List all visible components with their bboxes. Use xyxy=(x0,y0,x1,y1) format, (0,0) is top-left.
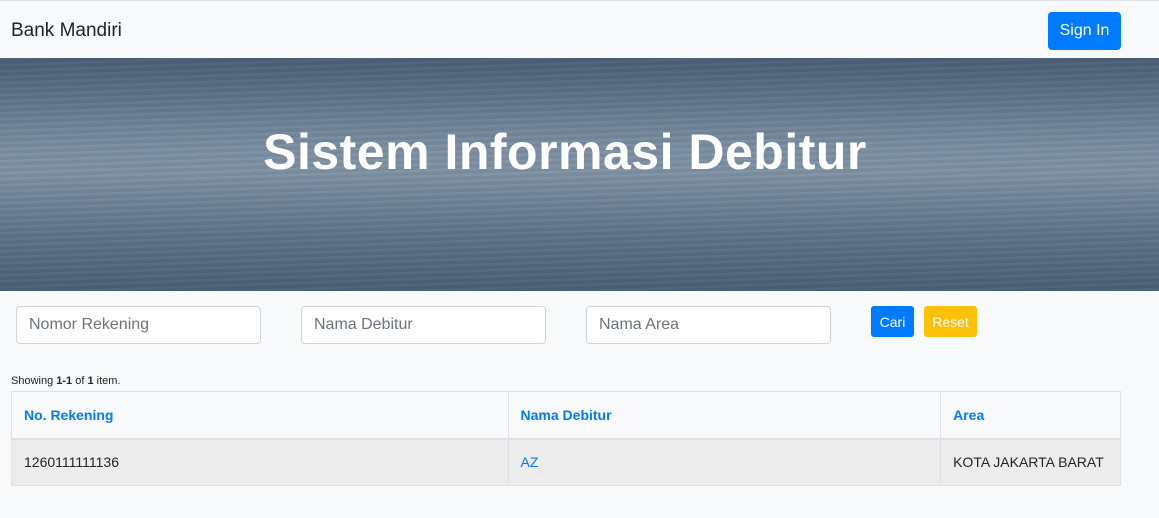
cell-area: KOTA JAKARTA BARAT xyxy=(940,438,1121,486)
nomor-rekening-input[interactable] xyxy=(16,306,261,344)
cell-nama-debitur: AZ xyxy=(507,438,942,486)
sort-nama-debitur-link[interactable]: Nama Debitur xyxy=(521,407,612,423)
summary-suffix: item. xyxy=(93,375,121,387)
sort-no-rekening-link[interactable]: No. Rekening xyxy=(24,407,113,423)
reset-button[interactable]: Reset xyxy=(924,306,977,337)
column-header-nama-debitur: Nama Debitur xyxy=(507,391,942,440)
table-row: 1260111111136 AZ KOTA JAKARTA BARAT xyxy=(11,438,1121,486)
nama-area-input[interactable] xyxy=(586,306,831,344)
cell-no-rekening: 1260111111136 xyxy=(11,438,509,486)
nama-debitur-input[interactable] xyxy=(301,306,546,344)
table-header-row: No. Rekening Nama Debitur Area xyxy=(11,391,1121,440)
brand-link[interactable]: Bank Mandiri xyxy=(11,20,122,42)
search-button[interactable]: Cari xyxy=(871,306,914,337)
navbar: Bank Mandiri Sign In xyxy=(0,0,1159,58)
summary-range: 1-1 xyxy=(56,375,73,387)
column-header-area: Area xyxy=(940,391,1121,440)
page-title: Sistem Informasi Debitur xyxy=(263,124,867,180)
summary-middle: of xyxy=(72,375,88,387)
debitur-table: No. Rekening Nama Debitur Area 126011111… xyxy=(11,391,1121,486)
result-summary: Showing 1-1 of 1 item. xyxy=(11,375,121,387)
sort-area-link[interactable]: Area xyxy=(953,407,984,423)
column-header-no-rekening: No. Rekening xyxy=(11,391,509,440)
summary-prefix: Showing xyxy=(11,375,57,387)
hero-banner: Sistem Informasi Debitur xyxy=(0,58,1159,291)
sign-in-button[interactable]: Sign In xyxy=(1048,12,1121,50)
debitur-link[interactable]: AZ xyxy=(521,454,539,470)
